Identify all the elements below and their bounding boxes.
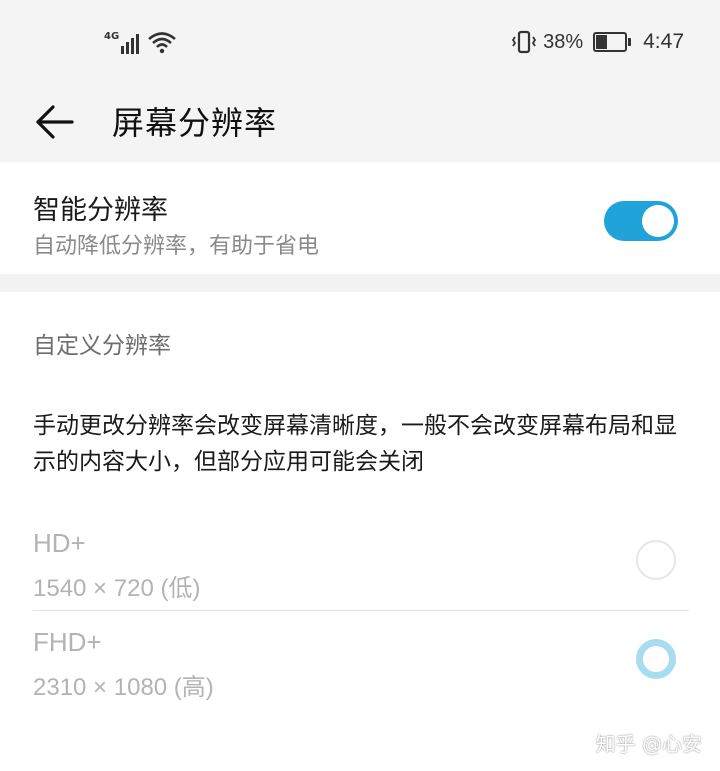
back-button[interactable] xyxy=(28,94,84,150)
status-bar: 4G 38% 4:47 xyxy=(0,0,720,80)
radio-button-hd-plus[interactable] xyxy=(636,540,676,580)
status-bar-right: 38% 4:47 xyxy=(511,28,684,56)
network-type-label: 4G xyxy=(104,31,120,42)
custom-resolution-header: 自定义分辨率 xyxy=(33,333,171,359)
wifi-icon xyxy=(148,32,177,54)
smart-resolution-title: 智能分辨率 xyxy=(33,195,168,226)
title-bar: 屏幕分辨率 xyxy=(0,80,720,162)
smart-resolution-toggle[interactable] xyxy=(604,201,678,241)
arrow-left-icon xyxy=(36,105,74,139)
option-detail: 2310 × 1080 (高) xyxy=(33,674,214,701)
custom-resolution-description: 手动更改分辨率会改变屏幕清晰度，一般不会改变屏幕布局和显示的内容大小，但部分应用… xyxy=(33,413,677,475)
vibrate-icon xyxy=(512,30,537,54)
battery-percent: 38% xyxy=(543,30,584,53)
smart-resolution-subtitle: 自动降低分辨率，有助于省电 xyxy=(33,234,320,259)
option-hd-plus[interactable]: HD+ 1540 × 720 (低) xyxy=(0,512,720,612)
page-title: 屏幕分辨率 xyxy=(112,104,278,142)
option-name: FHD+ xyxy=(33,627,102,657)
section-divider xyxy=(0,274,720,292)
signal-icon xyxy=(121,32,140,54)
watermark: 知乎 @心安 xyxy=(595,732,702,756)
status-bar-left: 4G xyxy=(104,28,177,54)
option-detail: 1540 × 720 (低) xyxy=(33,575,201,602)
clock: 4:47 xyxy=(643,30,684,53)
battery-icon xyxy=(593,32,632,52)
toggle-knob xyxy=(642,205,674,237)
radio-button-fhd-plus[interactable] xyxy=(636,639,676,679)
option-fhd-plus[interactable]: FHD+ 2310 × 1080 (高) xyxy=(0,611,720,711)
option-name: HD+ xyxy=(33,528,86,558)
smart-resolution-row[interactable]: 智能分辨率 自动降低分辨率，有助于省电 xyxy=(0,162,720,274)
